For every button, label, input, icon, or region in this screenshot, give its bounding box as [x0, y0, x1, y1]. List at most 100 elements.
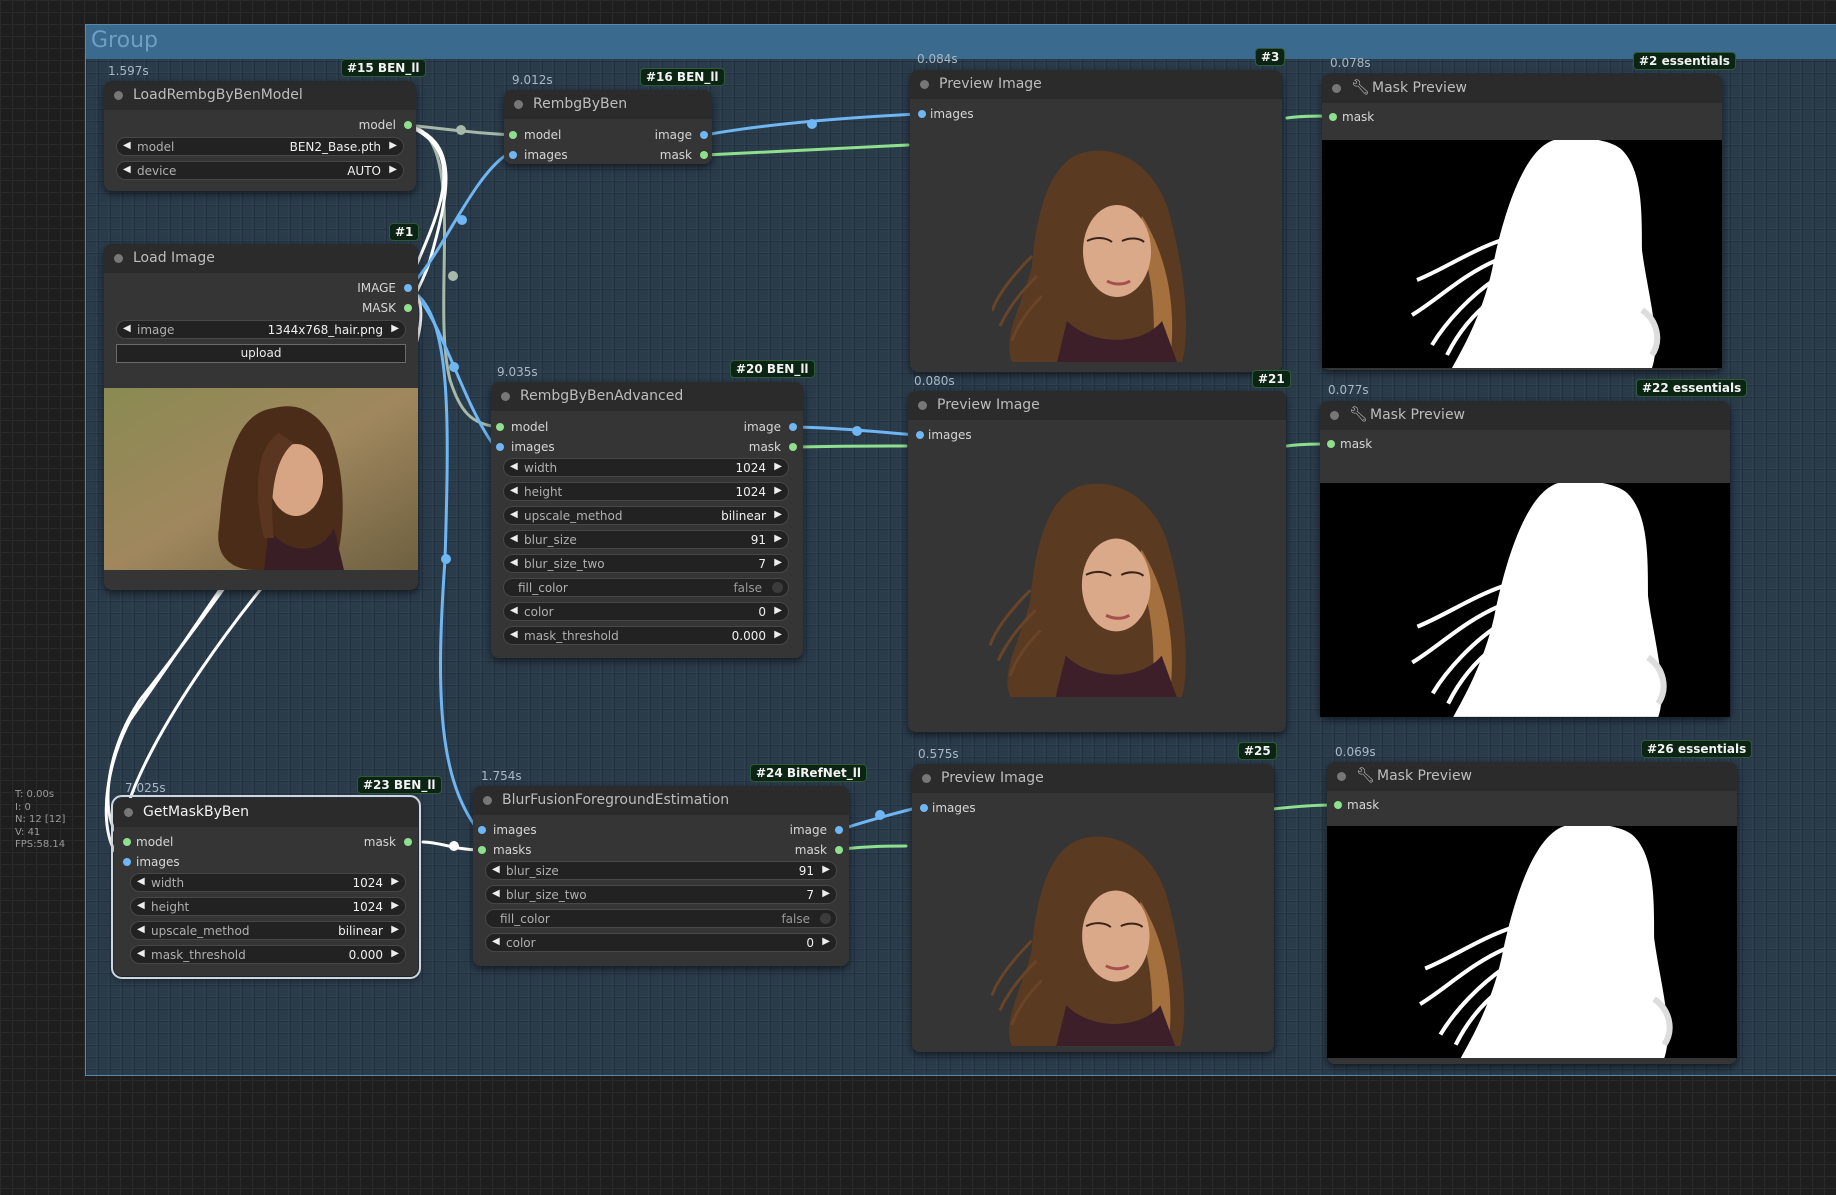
- widget-device[interactable]: ◀ device AUTO ▶: [116, 161, 404, 180]
- widget-model[interactable]: ◀ model BEN2_Base.pth ▶: [116, 137, 404, 156]
- widget-image[interactable]: ◀ image 1344x768_hair.png ▶: [116, 320, 406, 339]
- input-socket[interactable]: [496, 423, 504, 431]
- increment-arrow-icon[interactable]: ▶: [822, 864, 830, 875]
- input-socket[interactable]: [496, 443, 504, 451]
- output-socket[interactable]: [835, 846, 843, 854]
- collapse-dot-icon[interactable]: [1330, 411, 1339, 420]
- decrement-arrow-icon[interactable]: ◀: [492, 864, 500, 875]
- increment-arrow-icon[interactable]: ▶: [391, 876, 399, 887]
- widget-fill-color-toggle[interactable]: fill_color false: [503, 578, 789, 597]
- widget-height[interactable]: ◀ height 1024 ▶: [130, 897, 406, 916]
- input-socket[interactable]: [509, 131, 517, 139]
- decrement-arrow-icon[interactable]: ◀: [492, 888, 500, 899]
- decrement-arrow-icon[interactable]: ◀: [123, 164, 131, 175]
- node-header[interactable]: Preview Image: [910, 70, 1282, 99]
- node-rembg-by-ben-advanced[interactable]: RembgByBenAdvanced model images image ma…: [491, 382, 803, 658]
- increment-arrow-icon[interactable]: ▶: [774, 461, 782, 472]
- increment-arrow-icon[interactable]: ▶: [774, 605, 782, 616]
- increment-arrow-icon[interactable]: ▶: [774, 485, 782, 496]
- decrement-arrow-icon[interactable]: ◀: [510, 629, 518, 640]
- output-socket[interactable]: [700, 151, 708, 159]
- widget-blur-size[interactable]: ◀ blur_size 91 ▶: [503, 530, 789, 549]
- collapse-dot-icon[interactable]: [114, 254, 123, 263]
- widget-color[interactable]: ◀ color 0 ▶: [503, 602, 789, 621]
- increment-arrow-icon[interactable]: ▶: [391, 924, 399, 935]
- node-header[interactable]: Load Image: [104, 244, 418, 273]
- widget-blur-size-two[interactable]: ◀ blur_size_two 7 ▶: [503, 554, 789, 573]
- collapse-dot-icon[interactable]: [1337, 772, 1346, 781]
- output-socket[interactable]: [404, 304, 412, 312]
- node-header[interactable]: LoadRembgByBenModel: [104, 81, 416, 110]
- increment-arrow-icon[interactable]: ▶: [391, 900, 399, 911]
- widget-blur-size[interactable]: ◀ blur_size 91 ▶: [485, 861, 837, 880]
- increment-arrow-icon[interactable]: ▶: [774, 557, 782, 568]
- input-socket[interactable]: [920, 804, 928, 812]
- node-mask-preview[interactable]: 🔧︎ Mask Preview mask: [1320, 401, 1730, 717]
- node-blur-fusion-foreground-estimation[interactable]: BlurFusionForegroundEstimation images ma…: [473, 786, 849, 966]
- increment-arrow-icon[interactable]: ▶: [391, 948, 399, 959]
- output-socket[interactable]: [404, 838, 412, 846]
- output-socket[interactable]: [404, 284, 412, 292]
- node-get-mask-by-ben[interactable]: GetMaskByBen model images mask ◀ width 1…: [111, 795, 421, 979]
- widget-upscale-method[interactable]: ◀ upscale_method bilinear ▶: [503, 506, 789, 525]
- widget-mask-threshold[interactable]: ◀ mask_threshold 0.000 ▶: [130, 945, 406, 964]
- widget-width[interactable]: ◀ width 1024 ▶: [503, 458, 789, 477]
- node-header[interactable]: 🔧︎ Mask Preview: [1327, 762, 1737, 791]
- node-header[interactable]: BlurFusionForegroundEstimation: [473, 786, 849, 815]
- widget-color[interactable]: ◀ color 0 ▶: [485, 933, 837, 952]
- decrement-arrow-icon[interactable]: ◀: [137, 924, 145, 935]
- collapse-dot-icon[interactable]: [483, 796, 492, 805]
- upload-button[interactable]: upload: [116, 344, 406, 363]
- collapse-dot-icon[interactable]: [918, 401, 927, 410]
- decrement-arrow-icon[interactable]: ◀: [137, 876, 145, 887]
- input-socket[interactable]: [478, 846, 486, 854]
- collapse-dot-icon[interactable]: [1332, 84, 1341, 93]
- decrement-arrow-icon[interactable]: ◀: [510, 533, 518, 544]
- decrement-arrow-icon[interactable]: ◀: [510, 509, 518, 520]
- node-preview-image[interactable]: Preview Image images: [908, 391, 1286, 732]
- decrement-arrow-icon[interactable]: ◀: [123, 323, 131, 334]
- output-socket[interactable]: [789, 423, 797, 431]
- node-load-rembg-model[interactable]: LoadRembgByBenModel model ◀ model BEN2_B…: [104, 81, 416, 191]
- input-socket[interactable]: [1329, 113, 1337, 121]
- decrement-arrow-icon[interactable]: ◀: [510, 485, 518, 496]
- increment-arrow-icon[interactable]: ▶: [774, 509, 782, 520]
- increment-arrow-icon[interactable]: ▶: [391, 323, 399, 334]
- input-socket[interactable]: [123, 838, 131, 846]
- node-header[interactable]: Preview Image: [912, 764, 1274, 793]
- node-mask-preview[interactable]: 🔧︎ Mask Preview mask: [1322, 74, 1722, 370]
- input-socket[interactable]: [918, 110, 926, 118]
- decrement-arrow-icon[interactable]: ◀: [123, 140, 131, 151]
- input-socket[interactable]: [916, 431, 924, 439]
- input-socket[interactable]: [478, 826, 486, 834]
- decrement-arrow-icon[interactable]: ◀: [137, 900, 145, 911]
- collapse-dot-icon[interactable]: [920, 80, 929, 89]
- increment-arrow-icon[interactable]: ▶: [822, 936, 830, 947]
- decrement-arrow-icon[interactable]: ◀: [137, 948, 145, 959]
- toggle-knob[interactable]: [772, 582, 783, 593]
- input-socket[interactable]: [509, 151, 517, 159]
- widget-mask-threshold[interactable]: ◀ mask_threshold 0.000 ▶: [503, 626, 789, 645]
- output-socket[interactable]: [700, 131, 708, 139]
- node-header[interactable]: RembgByBenAdvanced: [491, 382, 803, 411]
- node-preview-image[interactable]: Preview Image images: [910, 70, 1282, 372]
- collapse-dot-icon[interactable]: [514, 100, 523, 109]
- collapse-dot-icon[interactable]: [501, 392, 510, 401]
- input-socket[interactable]: [1334, 801, 1342, 809]
- node-header[interactable]: 🔧︎ Mask Preview: [1322, 74, 1722, 103]
- widget-width[interactable]: ◀ width 1024 ▶: [130, 873, 406, 892]
- node-preview-image[interactable]: Preview Image images: [912, 764, 1274, 1052]
- node-header[interactable]: Preview Image: [908, 391, 1286, 420]
- input-socket[interactable]: [1327, 440, 1335, 448]
- node-mask-preview[interactable]: 🔧︎ Mask Preview mask: [1327, 762, 1737, 1064]
- decrement-arrow-icon[interactable]: ◀: [492, 936, 500, 947]
- node-header[interactable]: 🔧︎ Mask Preview: [1320, 401, 1730, 430]
- group-header[interactable]: Group: [86, 25, 1836, 59]
- toggle-knob[interactable]: [820, 913, 831, 924]
- increment-arrow-icon[interactable]: ▶: [774, 629, 782, 640]
- increment-arrow-icon[interactable]: ▶: [774, 533, 782, 544]
- output-socket[interactable]: [789, 443, 797, 451]
- increment-arrow-icon[interactable]: ▶: [822, 888, 830, 899]
- collapse-dot-icon[interactable]: [124, 808, 133, 817]
- output-socket[interactable]: [404, 121, 412, 129]
